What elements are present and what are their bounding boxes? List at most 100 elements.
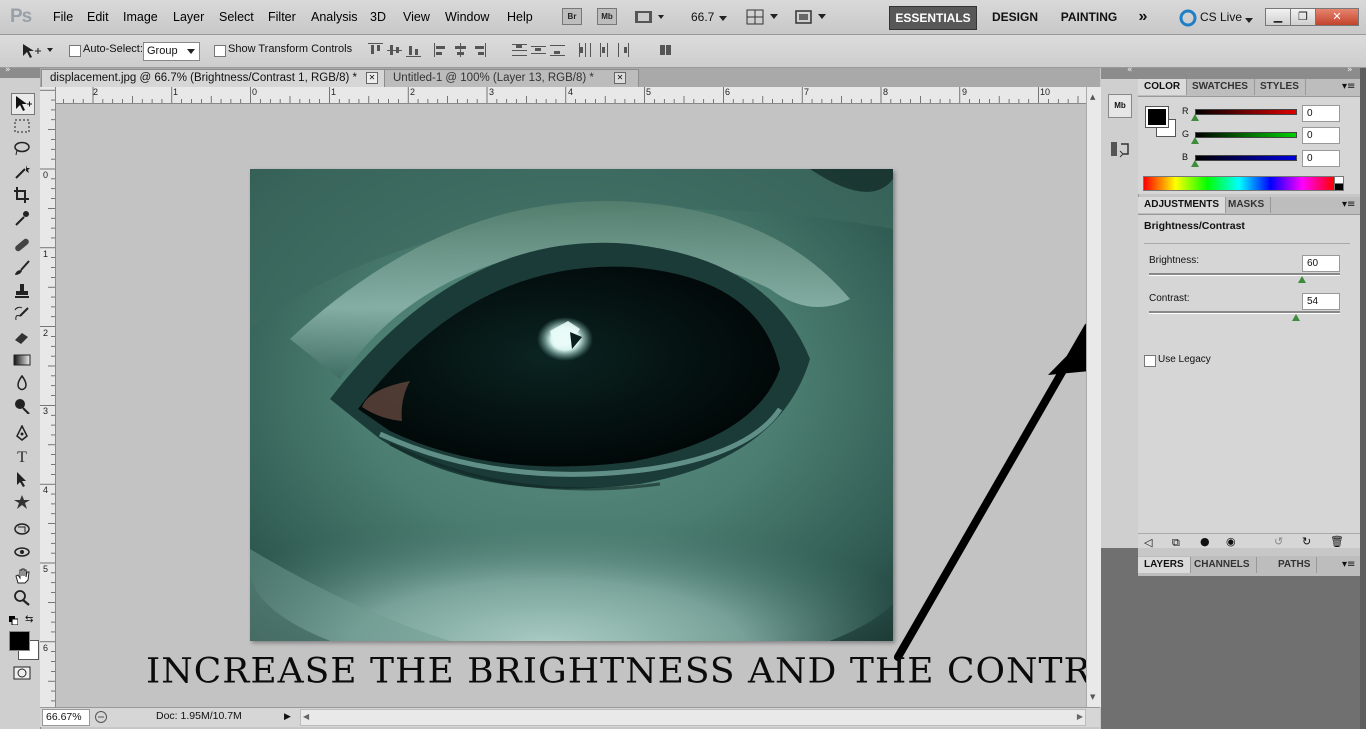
scroll-right-icon[interactable]: ▶ xyxy=(1077,712,1083,721)
type-tool[interactable]: T xyxy=(11,448,33,468)
minimize-button[interactable]: ▁ xyxy=(1265,8,1291,26)
restore-button[interactable]: ❐ xyxy=(1290,8,1316,26)
tab-paths[interactable]: PATHS xyxy=(1272,557,1318,573)
auto-select-dropdown[interactable]: Group xyxy=(143,42,200,61)
align-right-icon[interactable] xyxy=(472,43,487,57)
workspace-more-button[interactable]: » xyxy=(1133,6,1153,28)
zoom-field[interactable]: 66.67% xyxy=(42,709,90,726)
trash-icon[interactable]: 🗑 xyxy=(1330,535,1344,548)
lasso-tool[interactable] xyxy=(11,140,33,160)
show-transform-checkbox[interactable] xyxy=(214,45,226,57)
status-info-icon[interactable] xyxy=(94,710,108,726)
menu-file[interactable]: File xyxy=(53,10,73,24)
crop-tool[interactable] xyxy=(11,187,33,207)
align-left-icon[interactable] xyxy=(434,43,449,57)
auto-select-checkbox[interactable] xyxy=(69,45,81,57)
panel-menu-icon[interactable]: ▾≡ xyxy=(1342,199,1355,210)
quick-mask-button[interactable] xyxy=(13,666,31,683)
align-top-icon[interactable] xyxy=(368,43,383,57)
channel-g-slider[interactable] xyxy=(1195,132,1297,138)
quick-selection-tool[interactable] xyxy=(11,164,33,184)
marquee-tool[interactable] xyxy=(11,118,33,138)
distribute-bottom-icon[interactable] xyxy=(550,43,565,57)
scroll-left-icon[interactable]: ◀ xyxy=(303,712,309,721)
panel-menu-icon[interactable]: ▾≡ xyxy=(1342,559,1355,570)
brightness-value-field[interactable]: 60 xyxy=(1302,255,1340,272)
move-tool-preset-button[interactable] xyxy=(21,42,55,63)
use-legacy-checkbox[interactable] xyxy=(1144,355,1156,367)
expanded-view-icon[interactable]: ⧉ xyxy=(1172,536,1180,550)
tab-masks[interactable]: MASKS xyxy=(1222,197,1272,213)
workspace-essentials[interactable]: ESSENTIALS xyxy=(889,6,977,30)
menu-select[interactable]: Select xyxy=(219,10,254,24)
distribute-hcenter-icon[interactable] xyxy=(597,43,612,57)
distribute-vcenter-icon[interactable] xyxy=(531,43,546,57)
previous-state-icon[interactable]: ↺ xyxy=(1274,535,1283,548)
menu-view[interactable]: View xyxy=(403,10,430,24)
menu-analysis[interactable]: Analysis xyxy=(311,10,358,24)
panel-menu-icon[interactable]: ▾≡ xyxy=(1342,81,1355,92)
tab-color[interactable]: COLOR xyxy=(1138,79,1188,95)
distribute-top-icon[interactable] xyxy=(512,43,527,57)
clip-to-layer-icon[interactable]: ● xyxy=(1200,535,1210,548)
back-arrow-icon[interactable]: ◁ xyxy=(1144,536,1152,549)
menu-window[interactable]: Window xyxy=(445,10,489,24)
black-swatch[interactable] xyxy=(1334,183,1344,191)
cs-live-menu[interactable]: CS Live xyxy=(1200,10,1242,24)
workspace-design[interactable]: DESIGN xyxy=(985,6,1045,28)
tab-displacement[interactable]: displacement.jpg @ 66.7% (Brightness/Con… xyxy=(41,69,391,87)
tab-adjustments[interactable]: ADJUSTMENTS xyxy=(1138,197,1227,213)
menu-edit[interactable]: Edit xyxy=(87,10,109,24)
channel-b-slider[interactable] xyxy=(1195,155,1297,161)
mini-bridge-panel-button[interactable]: Mb xyxy=(1108,94,1132,118)
scroll-down-icon[interactable]: ▼ xyxy=(1090,693,1095,701)
scroll-up-icon[interactable]: ▲ xyxy=(1090,93,1095,101)
blur-tool[interactable] xyxy=(11,374,33,395)
ruler-vertical[interactable] xyxy=(40,87,56,707)
channel-g-value[interactable]: 0 xyxy=(1302,127,1340,144)
align-hcenter-icon[interactable] xyxy=(453,43,468,57)
channel-r-slider[interactable] xyxy=(1195,109,1297,115)
menu-help[interactable]: Help xyxy=(507,10,533,24)
hand-tool[interactable] xyxy=(11,567,33,587)
tab-layers[interactable]: LAYERS xyxy=(1138,557,1191,573)
menu-layer[interactable]: Layer xyxy=(173,10,204,24)
screen-mode-button[interactable] xyxy=(794,9,830,28)
contrast-slider-thumb[interactable] xyxy=(1292,314,1301,321)
channel-r-value[interactable]: 0 xyxy=(1302,105,1340,122)
zoom-tool[interactable] xyxy=(11,590,33,610)
align-bottom-icon[interactable] xyxy=(406,43,421,57)
menu-image[interactable]: Image xyxy=(123,10,158,24)
close-button[interactable]: ✕ xyxy=(1315,8,1359,26)
zoom-dropdown-icon[interactable] xyxy=(718,12,728,26)
tab-untitled-1[interactable]: Untitled-1 @ 100% (Layer 13, RGB/8) * xyxy=(384,69,639,87)
horizontal-scrollbar[interactable]: ◀ ▶ xyxy=(300,709,1086,726)
custom-shape-tool[interactable] xyxy=(11,494,33,514)
eyedropper-tool[interactable] xyxy=(11,210,33,230)
tab-swatches[interactable]: SWATCHES xyxy=(1186,79,1255,95)
dodge-tool[interactable] xyxy=(11,398,33,418)
contrast-value-field[interactable]: 54 xyxy=(1302,293,1340,310)
eraser-tool[interactable] xyxy=(11,329,33,349)
tab-channels[interactable]: CHANNELS xyxy=(1188,557,1257,573)
cs-live-dropdown-icon[interactable] xyxy=(1245,13,1253,27)
workspace-painting[interactable]: PAINTING xyxy=(1054,6,1124,28)
healing-brush-tool[interactable] xyxy=(11,237,33,257)
channel-b-thumb[interactable] xyxy=(1191,160,1199,167)
extras-menu-button[interactable] xyxy=(634,9,666,25)
color-spectrum-bar[interactable] xyxy=(1143,176,1335,191)
foreground-swatch[interactable] xyxy=(1145,106,1169,128)
path-selection-tool[interactable] xyxy=(11,471,33,491)
eye-photo[interactable] xyxy=(250,169,893,641)
arrange-documents-button[interactable] xyxy=(746,9,782,28)
vertical-scrollbar[interactable]: ▲ ▼ xyxy=(1086,87,1101,707)
channel-g-thumb[interactable] xyxy=(1191,137,1199,144)
auto-align-layers-icon[interactable] xyxy=(658,43,673,57)
distribute-right-icon[interactable] xyxy=(616,43,631,57)
align-vcenter-icon[interactable] xyxy=(387,43,402,57)
collapse-icon[interactable]: » xyxy=(1347,65,1353,75)
mini-bridge-button[interactable]: Mb xyxy=(597,8,617,25)
contrast-slider[interactable] xyxy=(1149,311,1340,314)
tab-close-icon[interactable]: ✕ xyxy=(366,72,378,84)
swap-colors-icon[interactable]: ⇆ xyxy=(25,614,33,625)
